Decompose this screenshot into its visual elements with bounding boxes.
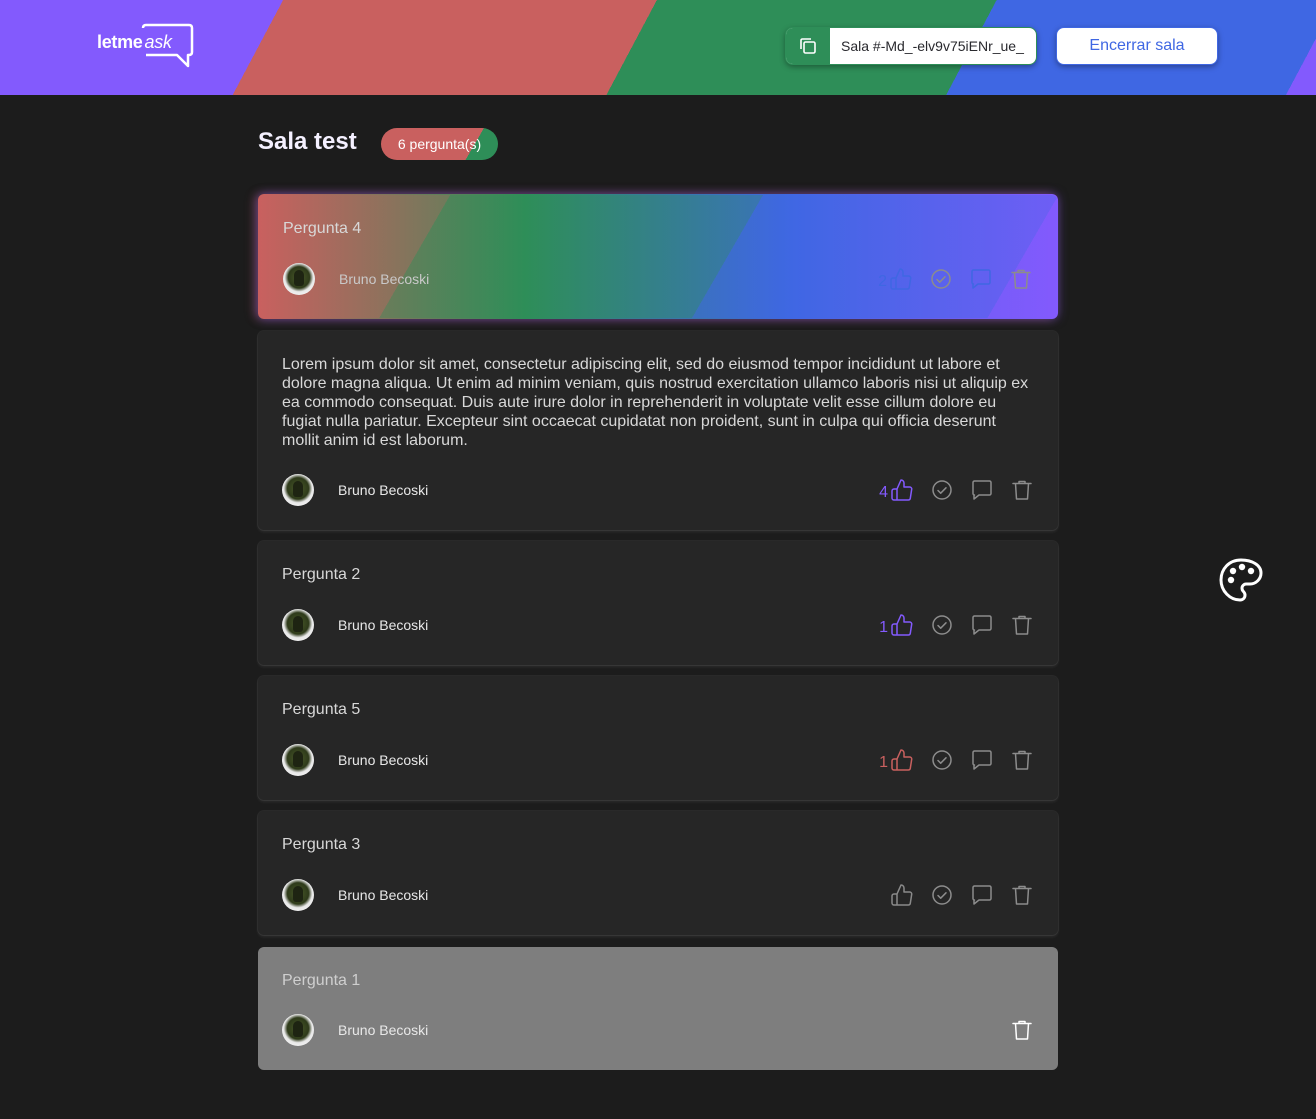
- trash-icon: [1012, 750, 1032, 770]
- question-actions: 1: [879, 613, 1034, 637]
- question-actions: [890, 883, 1034, 907]
- logo-text: letme ask: [97, 32, 172, 52]
- delete-button[interactable]: [1010, 478, 1034, 502]
- author-name: Bruno Becoski: [338, 887, 429, 903]
- mark-answered-button[interactable]: [929, 267, 953, 291]
- delete-button[interactable]: [1010, 613, 1034, 637]
- close-room-button[interactable]: Encerrar sala: [1056, 27, 1218, 65]
- author-name: Bruno Becoski: [338, 482, 429, 498]
- room-title: Sala test: [258, 128, 357, 155]
- trash-icon: [1012, 480, 1032, 500]
- app-header: letme ask Sala #-Md_-elv9v75iENr_ue_ Ence…: [0, 0, 1316, 95]
- like-button[interactable]: 2: [878, 267, 913, 291]
- highlight-button[interactable]: [970, 613, 994, 637]
- check-circle-icon: [931, 269, 951, 289]
- question-actions: [1010, 1018, 1034, 1042]
- question-text: Lorem ipsum dolor sit amet, consectetur …: [282, 356, 1029, 449]
- check-circle-icon: [932, 615, 952, 635]
- avatar: [283, 263, 315, 295]
- thumbs-up-icon: [891, 479, 913, 501]
- trash-icon: [1012, 1020, 1032, 1040]
- chat-bubble-icon: [972, 615, 992, 635]
- question-actions: 4: [879, 478, 1034, 502]
- trash-icon: [1012, 615, 1032, 635]
- author-name: Bruno Becoski: [338, 1022, 429, 1038]
- author-name: Bruno Becoski: [338, 752, 429, 768]
- question-card: Pergunta 3 Bruno Becoski: [258, 811, 1058, 935]
- palette-icon[interactable]: [1219, 558, 1263, 602]
- chat-bubble-icon: [972, 480, 992, 500]
- check-circle-icon: [932, 885, 952, 905]
- thumbs-up-icon: [891, 614, 913, 636]
- question-text: Pergunta 2: [282, 566, 361, 583]
- like-button[interactable]: 1: [879, 748, 914, 772]
- avatar: [282, 474, 314, 506]
- delete-button[interactable]: [1010, 1018, 1034, 1042]
- question-text: Pergunta 4: [283, 220, 362, 237]
- highlight-button[interactable]: [970, 883, 994, 907]
- question-text: Pergunta 1: [282, 972, 361, 989]
- letmeask-logo[interactable]: letme ask: [97, 22, 197, 70]
- mark-answered-button[interactable]: [930, 883, 954, 907]
- highlight-button[interactable]: [970, 478, 994, 502]
- like-button[interactable]: 4: [879, 478, 914, 502]
- check-circle-icon: [932, 750, 952, 770]
- question-actions: 1: [879, 748, 1034, 772]
- question-card: Pergunta 4 Bruno Becoski 2: [258, 194, 1058, 319]
- delete-button[interactable]: [1010, 748, 1034, 772]
- highlight-button[interactable]: [970, 748, 994, 772]
- question-card: Pergunta 2 Bruno Becoski 1: [258, 541, 1058, 665]
- like-button[interactable]: [890, 883, 914, 907]
- avatar: [282, 1014, 314, 1046]
- chat-bubble-icon: [972, 750, 992, 770]
- like-count: 1: [879, 619, 888, 636]
- question-text: Pergunta 3: [282, 836, 361, 853]
- room-code-text: Sala #-Md_-elv9v75iENr_ue_: [841, 38, 1024, 54]
- mark-answered-button[interactable]: [930, 613, 954, 637]
- question-card: Pergunta 5 Bruno Becoski 1: [258, 676, 1058, 800]
- like-button[interactable]: 1: [879, 613, 914, 637]
- avatar: [282, 609, 314, 641]
- question-author: Bruno Becoski: [283, 263, 429, 295]
- like-count: 1: [879, 754, 888, 771]
- question-count-badge: 6 pergunta(s): [381, 128, 498, 160]
- thumbs-up-icon: [890, 268, 912, 290]
- question-card: Pergunta 1 Bruno Becoski: [258, 947, 1058, 1070]
- question-author: Bruno Becoski: [282, 609, 428, 641]
- question-actions: 2: [878, 267, 1033, 291]
- thumbs-up-icon: [891, 749, 913, 771]
- avatar: [282, 879, 314, 911]
- mark-answered-button[interactable]: [930, 748, 954, 772]
- avatar: [282, 744, 314, 776]
- chat-bubble-icon: [971, 269, 991, 289]
- trash-icon: [1012, 885, 1032, 905]
- room-code-button[interactable]: Sala #-Md_-elv9v75iENr_ue_: [785, 27, 1037, 65]
- chat-bubble-icon: [972, 885, 992, 905]
- question-author: Bruno Becoski: [282, 1014, 428, 1046]
- trash-icon: [1011, 269, 1031, 289]
- like-count: 4: [879, 484, 888, 501]
- delete-button[interactable]: [1010, 883, 1034, 907]
- author-name: Bruno Becoski: [339, 271, 430, 287]
- author-name: Bruno Becoski: [338, 617, 429, 633]
- question-text: Pergunta 5: [282, 701, 361, 718]
- check-circle-icon: [932, 480, 952, 500]
- copy-icon[interactable]: [786, 28, 830, 64]
- highlight-button[interactable]: [969, 267, 993, 291]
- mark-answered-button[interactable]: [930, 478, 954, 502]
- thumbs-up-icon: [891, 884, 913, 906]
- delete-button[interactable]: [1009, 267, 1033, 291]
- like-count: 2: [878, 273, 887, 290]
- question-card: Lorem ipsum dolor sit amet, consectetur …: [258, 331, 1058, 530]
- question-author: Bruno Becoski: [282, 474, 428, 506]
- question-author: Bruno Becoski: [282, 879, 428, 911]
- question-author: Bruno Becoski: [282, 744, 428, 776]
